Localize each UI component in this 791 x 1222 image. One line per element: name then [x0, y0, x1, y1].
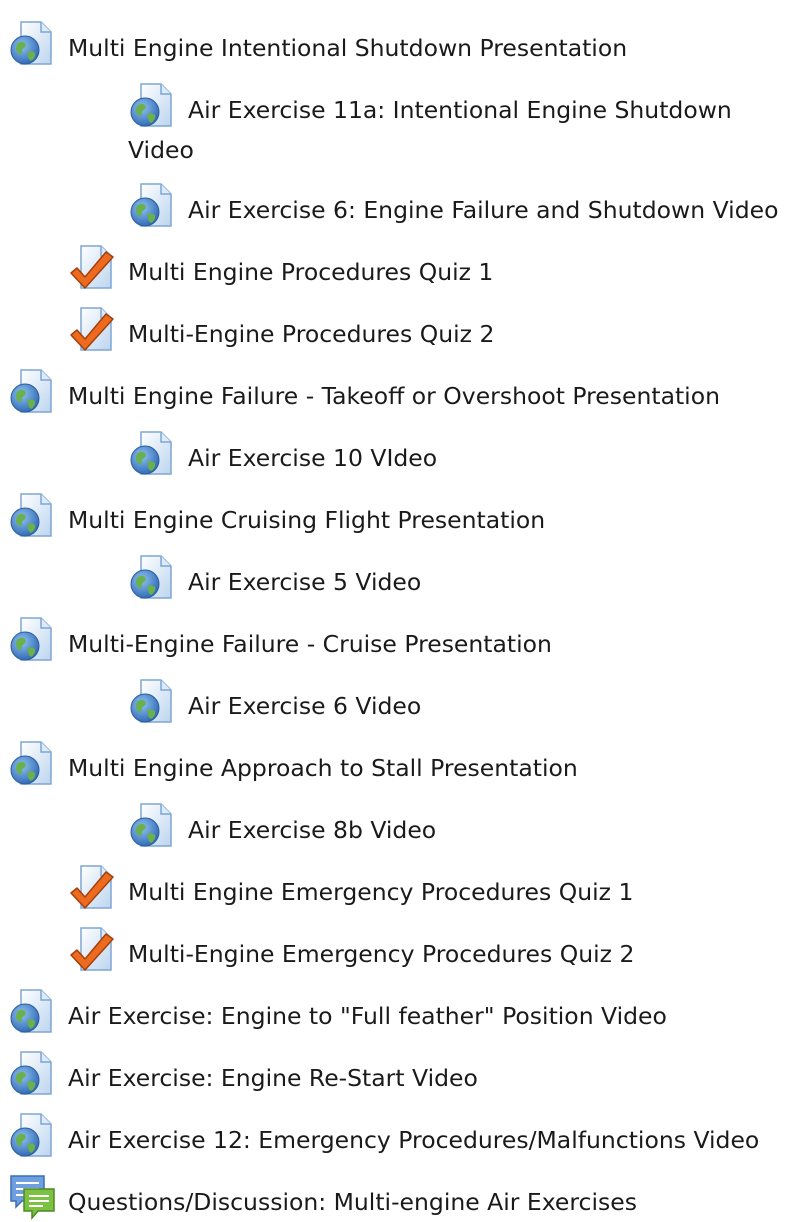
activity-link[interactable]: Multi Engine Failure - Takeoff or Oversh…	[68, 382, 720, 410]
activity-link[interactable]: Air Exercise 6: Engine Failure and Shutd…	[188, 196, 778, 224]
activity-link[interactable]: Multi-Engine Procedures Quiz 2	[128, 320, 494, 348]
activity-item[interactable]: Air Exercise 8b Video	[128, 801, 436, 850]
url-globe-icon	[8, 1111, 56, 1159]
url-globe-icon	[128, 81, 176, 129]
activity-link[interactable]: Air Exercise 12: Emergency Procedures/Ma…	[68, 1126, 759, 1154]
activity-link[interactable]: Air Exercise: Engine Re-Start Video	[68, 1064, 478, 1092]
activity-item[interactable]: Air Exercise 12: Emergency Procedures/Ma…	[8, 1111, 759, 1160]
activity-link[interactable]: Air Exercise 6 Video	[188, 692, 421, 720]
url-globe-icon	[8, 739, 56, 787]
forum-icon	[8, 1173, 56, 1221]
activity-item[interactable]: Multi Engine Intentional Shutdown Presen…	[8, 19, 627, 68]
activity-item[interactable]: Air Exercise: Engine to "Full feather" P…	[8, 987, 667, 1036]
url-globe-icon	[8, 987, 56, 1035]
activity-link[interactable]: Multi Engine Emergency Procedures Quiz 1	[128, 878, 633, 906]
activity-item[interactable]: Air Exercise 6 Video	[128, 677, 421, 726]
url-globe-icon	[8, 615, 56, 663]
activity-item[interactable]: Multi Engine Emergency Procedures Quiz 1	[68, 863, 633, 912]
quiz-check-icon	[68, 305, 116, 353]
activity-item[interactable]: Air Exercise 5 Video	[128, 553, 421, 602]
url-globe-icon	[128, 429, 176, 477]
activity-link[interactable]: Multi Engine Cruising Flight Presentatio…	[68, 506, 545, 534]
url-globe-icon	[128, 181, 176, 229]
activity-item[interactable]: Multi-Engine Emergency Procedures Quiz 2	[68, 925, 634, 974]
activity-link[interactable]: Air Exercise 5 Video	[188, 568, 421, 596]
url-globe-icon	[8, 491, 56, 539]
activity-item[interactable]: Air Exercise 10 VIdeo	[128, 429, 437, 478]
url-globe-icon	[128, 677, 176, 725]
activity-item[interactable]: Air Exercise: Engine Re-Start Video	[8, 1049, 478, 1098]
activity-item[interactable]: Air Exercise 11a: Intentional Engine Shu…	[128, 81, 758, 170]
activity-link[interactable]: Air Exercise: Engine to "Full feather" P…	[68, 1002, 667, 1030]
activity-link[interactable]: Questions/Discussion: Multi-engine Air E…	[68, 1188, 637, 1216]
activity-item[interactable]: Multi-Engine Failure - Cruise Presentati…	[8, 615, 552, 664]
activity-link[interactable]: Air Exercise 10 VIdeo	[188, 444, 437, 472]
activity-item[interactable]: Multi Engine Procedures Quiz 1	[68, 243, 493, 292]
url-globe-icon	[8, 367, 56, 415]
url-globe-icon	[8, 19, 56, 67]
url-globe-icon	[8, 1049, 56, 1097]
activity-item[interactable]: Multi Engine Cruising Flight Presentatio…	[8, 491, 545, 540]
activity-link[interactable]: Air Exercise 11a: Intentional Engine Shu…	[128, 96, 732, 164]
quiz-check-icon	[68, 243, 116, 291]
activity-link[interactable]: Multi Engine Procedures Quiz 1	[128, 258, 493, 286]
activity-link[interactable]: Multi Engine Intentional Shutdown Presen…	[68, 34, 627, 62]
quiz-check-icon	[68, 863, 116, 911]
activity-item[interactable]: Multi Engine Failure - Takeoff or Oversh…	[8, 367, 720, 416]
quiz-check-icon	[68, 925, 116, 973]
activity-link[interactable]: Multi-Engine Emergency Procedures Quiz 2	[128, 940, 634, 968]
activity-item[interactable]: Multi Engine Approach to Stall Presentat…	[8, 739, 578, 788]
url-globe-icon	[128, 801, 176, 849]
activity-item[interactable]: Air Exercise 6: Engine Failure and Shutd…	[128, 181, 778, 230]
url-globe-icon	[128, 553, 176, 601]
activity-item[interactable]: Questions/Discussion: Multi-engine Air E…	[8, 1173, 637, 1222]
activity-link[interactable]: Air Exercise 8b Video	[188, 816, 436, 844]
activity-item[interactable]: Multi-Engine Procedures Quiz 2	[68, 305, 494, 354]
activity-link[interactable]: Multi-Engine Failure - Cruise Presentati…	[68, 630, 552, 658]
activity-link[interactable]: Multi Engine Approach to Stall Presentat…	[68, 754, 578, 782]
